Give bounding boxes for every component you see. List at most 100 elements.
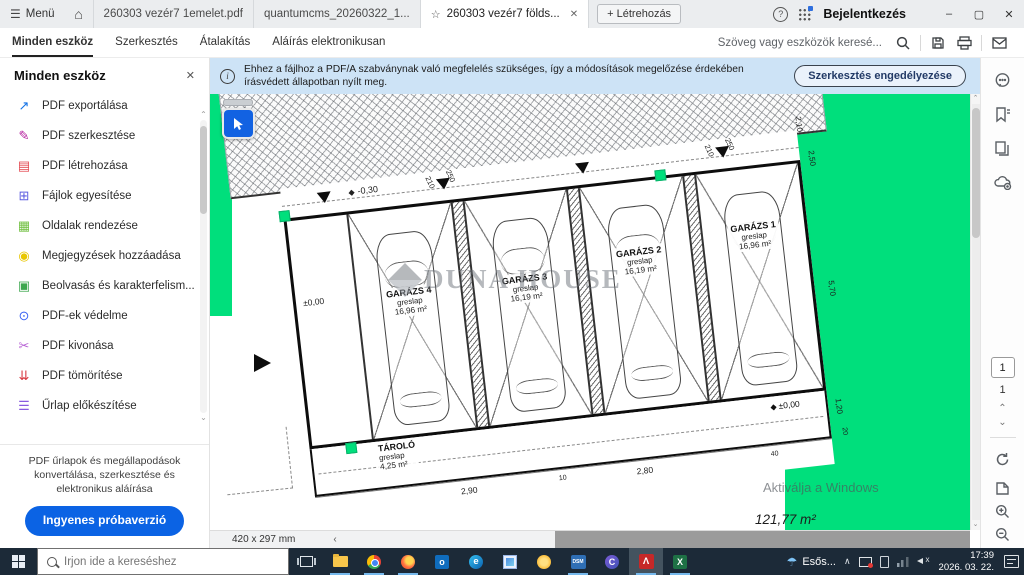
sign-in-button[interactable]: Bejelentkezés <box>823 7 906 21</box>
windows-activate-watermark: Aktiválja a Windows <box>763 480 879 495</box>
scrollbar-thumb[interactable] <box>200 126 207 214</box>
menu-button[interactable]: ☰ Menü <box>0 0 65 28</box>
bookmarks-icon[interactable] <box>989 100 1017 128</box>
scroll-up-icon[interactable]: ⌃ <box>200 110 207 120</box>
apps-grid-icon[interactable] <box>798 8 811 21</box>
help-icon[interactable]: ? <box>773 7 788 22</box>
tab-foldszint-active[interactable]: ☆ 260303 vezér7 földs... ✕ <box>420 0 589 28</box>
fit-page-icon[interactable] <box>995 481 1010 496</box>
scrollbar-track[interactable] <box>200 120 207 413</box>
tool-label: PDF szerkesztése <box>42 130 135 142</box>
menubar-item-szerkesztes[interactable]: Szerkesztés <box>115 28 178 57</box>
menubar-item-alairas[interactable]: Aláírás elektronikusan <box>272 28 385 57</box>
photos-button[interactable] <box>493 548 527 575</box>
previous-page-icon[interactable]: ⌃ <box>998 402 1006 416</box>
chrome-button[interactable] <box>357 548 391 575</box>
sidebar-close-icon[interactable]: ✕ <box>186 69 195 82</box>
print-icon[interactable] <box>951 36 977 50</box>
sidebar-item-organize-pages[interactable]: ▦ Oldalak rendezése <box>0 211 209 241</box>
free-trial-button[interactable]: Ingyenes próbaverzió <box>25 506 184 536</box>
menu-bar: Minden eszköz Szerkesztés Átalakítás Alá… <box>0 28 1024 58</box>
volume-muted-icon[interactable] <box>917 556 931 568</box>
sidebar-scrollbar[interactable]: ⌃ ⌄ <box>199 110 208 423</box>
task-view-button[interactable] <box>289 548 323 575</box>
file-explorer-button[interactable] <box>323 548 357 575</box>
menubar-item-minden-eszkoz[interactable]: Minden eszköz <box>12 28 93 57</box>
c-app-button[interactable]: C <box>595 548 629 575</box>
select-tool-button[interactable] <box>222 108 255 139</box>
scrollbar-thumb[interactable] <box>972 108 980 238</box>
outlook-button[interactable]: o <box>425 548 459 575</box>
total-area-label: 121,77 m² <box>755 512 816 527</box>
maximize-button[interactable]: ▢ <box>964 0 994 28</box>
menubar-item-atalakitas[interactable]: Átalakítás <box>200 28 251 57</box>
acrobat-window: ☰ Menü ⌂ 260303 vezér7 1emelet.pdf quant… <box>0 0 1024 575</box>
dsm-button[interactable]: DSM <box>561 548 595 575</box>
enable-editing-button[interactable]: Szerkesztés engedélyezése <box>794 65 966 87</box>
dimension-text: 1,20 <box>834 398 845 415</box>
weather-widget[interactable]: ☂ Esős... <box>787 555 836 569</box>
page-number-input[interactable] <box>991 357 1015 378</box>
excel-button[interactable]: X <box>663 548 697 575</box>
sidebar-item-pdf-export[interactable]: ↗ PDF exportálása <box>0 91 209 121</box>
cloud-sync-icon[interactable] <box>989 168 1017 196</box>
cursor-arrow-icon <box>230 116 246 132</box>
zoom-out-icon[interactable] <box>995 527 1010 542</box>
scroll-up-icon[interactable]: ⌃ <box>973 94 979 104</box>
collapse-status-icon[interactable]: ‹ <box>333 534 336 545</box>
canvas-scrollbar[interactable]: ⌃ ⌄ <box>970 94 980 530</box>
hamburger-icon: ☰ <box>10 7 21 21</box>
edge-button[interactable]: e <box>459 548 493 575</box>
orange-app-button[interactable] <box>527 548 561 575</box>
network-tray-icon[interactable] <box>897 556 909 567</box>
level-label: ◆ ±0,00 <box>770 399 800 412</box>
search-icon[interactable] <box>890 36 916 50</box>
tool-label: Fájlok egyesítése <box>42 190 132 202</box>
page-canvas[interactable]: 210 250 210 250 ◆ -0,30 ±0,00 <box>210 94 970 530</box>
star-icon[interactable]: ☆ <box>431 8 441 21</box>
sidebar-item-compress-pdf[interactable]: ⇊ PDF tömörítése <box>0 361 209 391</box>
sidebar-item-combine-files[interactable]: ⊞ Fájlok egyesítése <box>0 181 209 211</box>
tool-label: Oldalak rendezése <box>42 220 138 232</box>
mail-icon[interactable] <box>986 37 1012 49</box>
page-thumbnails-icon[interactable] <box>989 134 1017 162</box>
zoom-in-icon[interactable] <box>995 504 1010 519</box>
scrollbar-track[interactable] <box>972 104 980 520</box>
display-tray-icon[interactable] <box>859 557 872 567</box>
tab-close-icon[interactable]: ✕ <box>570 9 578 20</box>
acrobat-button[interactable]: Λ <box>629 548 663 575</box>
firefox-button[interactable] <box>391 548 425 575</box>
sidebar-item-pdf-create[interactable]: ▤ PDF létrehozása <box>0 151 209 181</box>
sidebar-item-prepare-form[interactable]: ☰ Űrlap előkészítése <box>0 391 209 421</box>
taskbar-search[interactable] <box>37 548 289 575</box>
scroll-down-icon[interactable]: ⌄ <box>973 520 979 530</box>
notification-message: Ehhez a fájlhoz a PDF/A szabványnak való… <box>244 63 785 90</box>
tab-quantumcms[interactable]: quantumcms_20260322_1... <box>253 0 420 28</box>
sidebar-item-protect-pdf[interactable]: ⊙ PDF-ek védelme <box>0 301 209 331</box>
device-tray-icon[interactable] <box>880 556 889 568</box>
floating-tool-popup[interactable] <box>220 99 256 139</box>
home-button[interactable]: ⌂ <box>65 6 93 22</box>
tab-1emelet[interactable]: 260303 vezér7 1emelet.pdf <box>93 0 253 28</box>
save-icon[interactable] <box>925 36 951 50</box>
clock-widget[interactable]: 17:39 2026. 03. 22. <box>939 550 994 573</box>
action-center-icon[interactable] <box>1004 555 1019 568</box>
scroll-down-icon[interactable]: ⌄ <box>200 413 207 423</box>
sidebar-item-extract-pdf[interactable]: ✂ PDF kivonása <box>0 331 209 361</box>
create-tab-button[interactable]: + Létrehozás <box>597 4 681 24</box>
close-button[interactable]: ✕ <box>994 0 1024 28</box>
dimension-text: 2,90 <box>460 485 478 497</box>
direction-arrow <box>254 354 271 372</box>
tray-expand-icon[interactable]: ∧ <box>844 556 851 567</box>
tool-handle[interactable] <box>223 99 253 106</box>
taskbar-search-input[interactable] <box>64 556 254 568</box>
search-label[interactable]: Szöveg vagy eszközök keresé... <box>718 37 882 49</box>
rotate-page-icon[interactable] <box>989 445 1017 473</box>
sidebar-item-add-comments[interactable]: ◉ Megjegyzések hozzáadása <box>0 241 209 271</box>
minimize-button[interactable]: – <box>934 0 964 28</box>
sidebar-item-scan-ocr[interactable]: ▣ Beolvasás és karakterfelism... <box>0 271 209 301</box>
sidebar-item-pdf-edit[interactable]: ✎ PDF szerkesztése <box>0 121 209 151</box>
next-page-icon[interactable]: ⌄ <box>998 416 1006 430</box>
start-button[interactable] <box>0 548 37 575</box>
comments-icon[interactable] <box>989 66 1017 94</box>
